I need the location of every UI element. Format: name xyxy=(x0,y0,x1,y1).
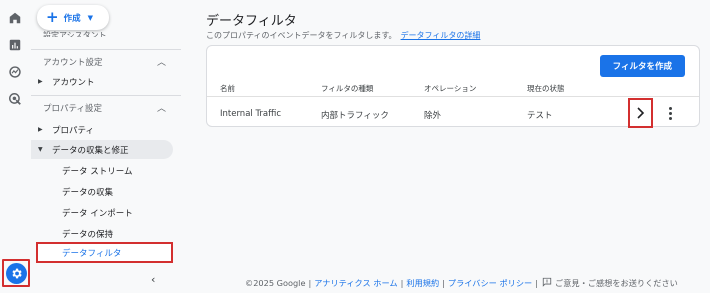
sidebar-item-data-collection[interactable]: ▼ データの収集と修正 xyxy=(31,140,173,159)
sidebar-item-property[interactable]: ▶ プロパティ xyxy=(31,120,94,139)
column-header-type: フィルタの種類 xyxy=(321,84,374,93)
admin-button[interactable] xyxy=(2,259,30,287)
open-filter-button[interactable] xyxy=(628,98,653,128)
create-button-label: 作成 xyxy=(63,13,81,24)
main-content: データフィルタ このプロパティのイベントデータをフィルタします。 データフィルタの… xyxy=(181,0,710,293)
sidebar-item-label: データの収集と修正 xyxy=(52,145,129,156)
footer-link-analytics-home[interactable]: アナリティクス ホーム xyxy=(314,277,397,289)
admin-sidebar: 設定アシスタント + 作成 ▼ アカウント設定 ︿ ▶ アカウント プロパティ設… xyxy=(31,0,181,293)
more-vert-icon[interactable] xyxy=(666,104,674,122)
column-header-operation: オペレーション xyxy=(424,84,477,93)
footer-link-privacy[interactable]: プライバシー ポリシー xyxy=(448,277,532,289)
sidebar-item-label: データフィルタ xyxy=(62,248,122,259)
sidebar-subitem-data-collection[interactable]: データの収集 xyxy=(62,186,113,198)
reports-icon[interactable] xyxy=(7,37,23,53)
account-settings-heading[interactable]: アカウント設定 xyxy=(43,56,103,68)
footer: ©2025 Google | アナリティクス ホーム | 利用規約 | プライバ… xyxy=(245,277,678,289)
nav-rail xyxy=(0,0,31,293)
page-title: データフィルタ xyxy=(206,14,297,29)
sidebar-item-label: アカウント xyxy=(52,77,95,88)
cell-name: Internal Traffic xyxy=(220,109,281,119)
sidebar-item-label: プロパティ xyxy=(52,125,94,136)
divider xyxy=(31,49,181,50)
column-header-name: 名前 xyxy=(220,84,235,93)
copyright: ©2025 Google xyxy=(245,278,306,288)
caret-right-icon: ▶ xyxy=(38,78,43,85)
learn-more-link[interactable]: データフィルタの詳細 xyxy=(401,31,481,40)
explore-icon[interactable] xyxy=(7,64,23,80)
cell-operation: 除外 xyxy=(424,111,442,121)
create-filter-button[interactable]: フィルタを作成 xyxy=(599,55,685,77)
feedback-link[interactable]: ご意見・ご感想をお送りください xyxy=(555,277,678,289)
chevron-up-icon[interactable]: ︿ xyxy=(157,55,166,68)
sidebar-item-account[interactable]: ▶ アカウント xyxy=(31,72,95,91)
feedback-icon[interactable] xyxy=(542,277,552,289)
chevron-up-icon[interactable]: ︿ xyxy=(157,101,166,114)
caret-right-icon: ▶ xyxy=(38,126,43,133)
cell-type: 内部トラフィック xyxy=(321,111,389,121)
setup-assistant-item[interactable]: 設定アシスタント xyxy=(43,30,107,37)
divider xyxy=(31,95,181,96)
sidebar-subitem-data-import[interactable]: データ インポート xyxy=(62,207,133,219)
page-subtitle: このプロパティのイベントデータをフィルタします。 データフィルタの詳細 xyxy=(206,30,480,41)
column-header-state: 現在の状態 xyxy=(527,84,565,93)
plus-icon: + xyxy=(46,8,59,26)
caret-down-icon: ▼ xyxy=(87,13,93,22)
create-button[interactable]: + 作成 ▼ xyxy=(37,5,109,30)
home-icon[interactable] xyxy=(7,10,23,26)
divider xyxy=(207,96,699,97)
subtitle-text: このプロパティのイベントデータをフィルタします。 xyxy=(206,31,397,40)
caret-down-icon: ▼ xyxy=(38,146,43,153)
footer-link-terms[interactable]: 利用規約 xyxy=(406,277,439,289)
cell-state: テスト xyxy=(527,111,553,121)
property-settings-heading[interactable]: プロパティ設定 xyxy=(43,102,102,114)
advertising-icon[interactable] xyxy=(7,91,23,107)
sidebar-subitem-data-streams[interactable]: データ ストリーム xyxy=(62,165,132,177)
sidebar-subitem-data-filters[interactable]: データフィルタ xyxy=(36,242,173,263)
chevron-right-icon xyxy=(637,107,645,119)
gear-icon xyxy=(5,262,27,284)
filters-table-card: フィルタを作成 名前 フィルタの種類 オペレーション 現在の状態 Interna… xyxy=(206,45,700,128)
sidebar-subitem-data-retention[interactable]: データの保持 xyxy=(62,228,113,240)
chevron-left-icon[interactable]: ‹ xyxy=(151,273,155,286)
